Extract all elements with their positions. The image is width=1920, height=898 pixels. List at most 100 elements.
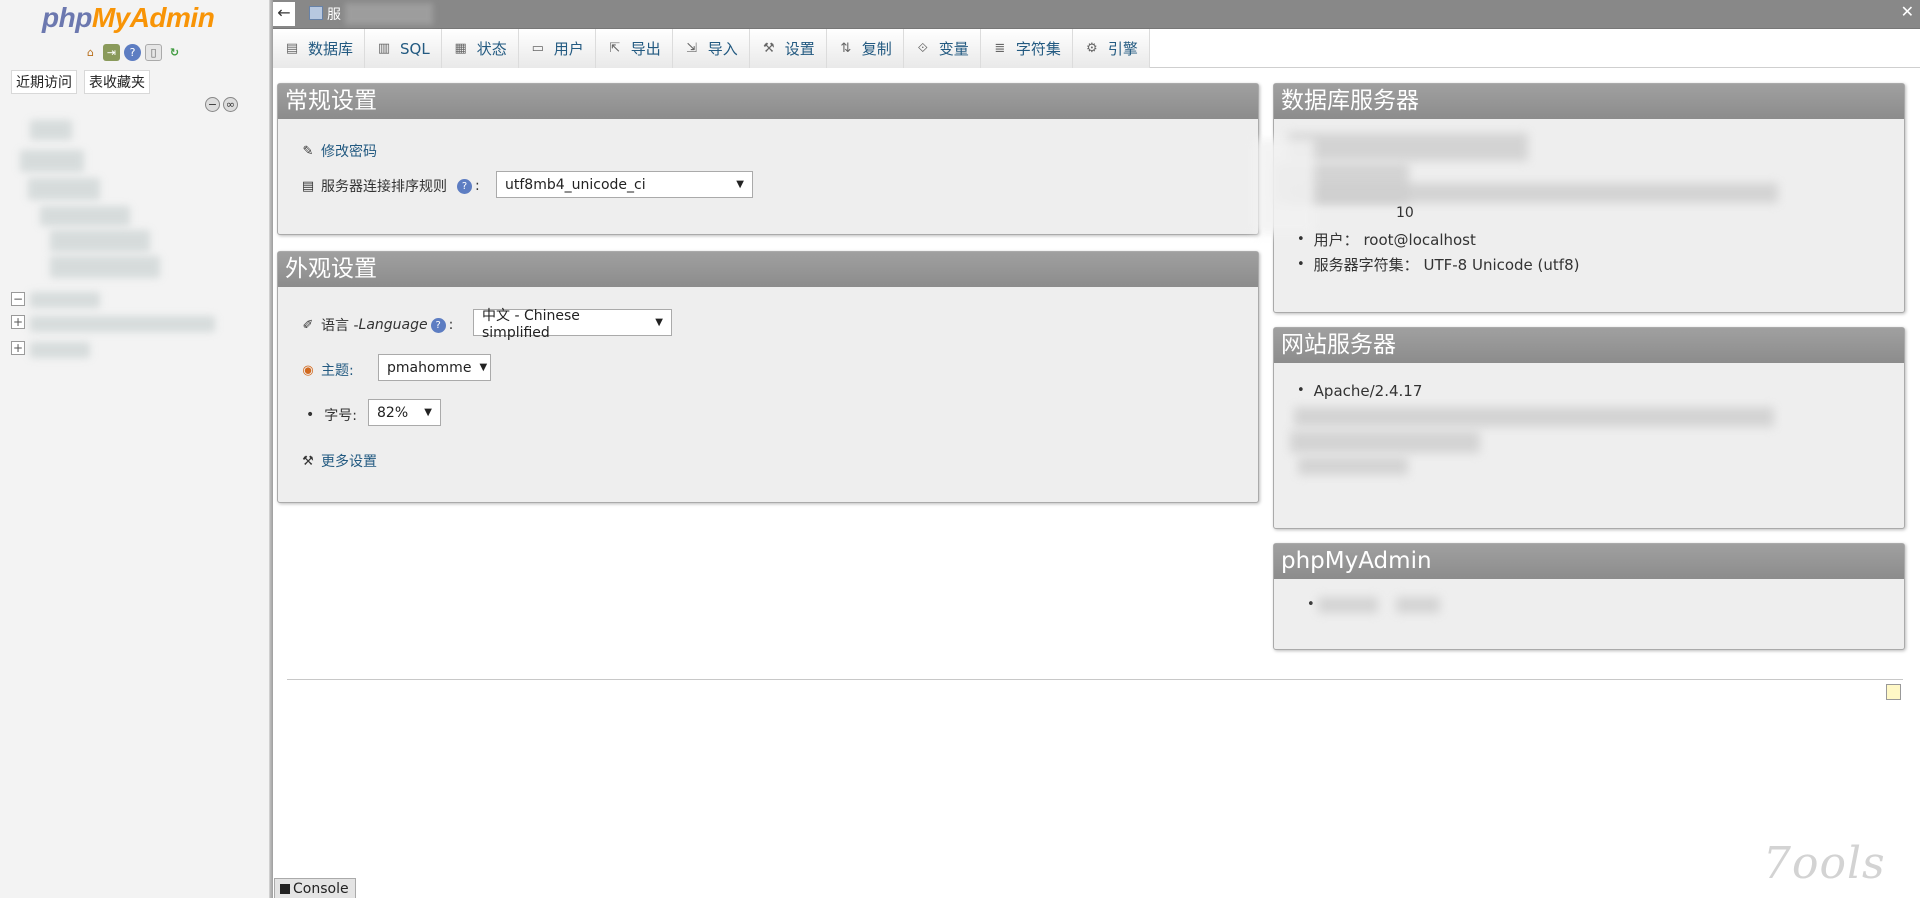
tab-users[interactable]: ▭ 用户 [518, 29, 596, 68]
blurred-tree-item [50, 256, 160, 278]
fontsize-select[interactable]: 82% ▼ [368, 399, 441, 426]
status-icon: ▦ [454, 41, 467, 56]
wrench-icon: ⚒ [302, 453, 314, 469]
tab-label: 设置 [784, 40, 815, 58]
theme-select[interactable]: pmahomme ▼ [378, 354, 491, 381]
collation-select[interactable]: utf8mb4_unicode_ci ▼ [496, 171, 753, 198]
more-settings-row: ⚒ 更多设置 [299, 451, 377, 471]
fontsize-row: • 字号: [306, 405, 357, 425]
charset-value: UTF-8 Unicode (utf8) [1423, 255, 1580, 274]
tab-label: 状态 [476, 40, 507, 58]
logo-myadmin-text: MyAdmin [91, 2, 215, 33]
theme-palette-icon: ◉ [302, 362, 314, 378]
more-settings-link[interactable]: 更多设置 [321, 451, 377, 471]
tab-settings[interactable]: ⚒ 设置 [749, 29, 827, 68]
tab-label: 用户 [553, 40, 584, 58]
tab-replication[interactable]: ⇅ 复制 [826, 29, 904, 68]
language-label: 语言 - [321, 318, 359, 334]
chevron-down-icon: ▼ [655, 317, 663, 328]
web-server-panel: 网站服务器 Apache/2.4.17 [1273, 327, 1905, 529]
blurred-server-info [1288, 133, 1528, 161]
apache-version: Apache/2.4.17 [1313, 381, 1423, 400]
sidebar-resize-handle[interactable] [270, 0, 273, 898]
blurred-tree-item [28, 178, 100, 200]
panel-title: 数据库服务器 [1274, 84, 1904, 119]
tab-export[interactable]: ⇱ 导出 [595, 29, 673, 68]
help-icon[interactable]: ? [430, 317, 446, 333]
tab-label: 变量 [938, 40, 969, 58]
tab-sql[interactable]: ▥ SQL [365, 29, 442, 68]
blurred-server-info [1254, 139, 1314, 234]
console-toggle[interactable]: Console [274, 878, 356, 898]
collation-value: utf8mb4_unicode_ci [505, 176, 646, 193]
logo-php-text: php [42, 2, 92, 33]
exit-icon[interactable]: ⇥ [103, 44, 120, 61]
blurred-web-server-info [1298, 457, 1408, 475]
blurred-web-server-info [1294, 407, 1774, 427]
navigation-sidebar: phpMyAdmin ⌂ ⇥ ? ▯ ↻ 近期访问 表收藏夹 − ∞ − + + [0, 0, 270, 898]
help-icon[interactable]: ? [124, 44, 141, 61]
variables-icon: ⟐ [917, 41, 928, 56]
tab-engines[interactable]: ⚙ 引擎 [1072, 29, 1150, 68]
import-icon: ⇲ [686, 41, 698, 56]
console-icon [280, 883, 290, 894]
database-server-panel: 数据库服务器 10 用户： root@localhost 服务器字符集： UTF… [1254, 83, 1905, 313]
tree-expand-toggle[interactable]: + [11, 315, 25, 329]
panel-title: 网站服务器 [1274, 328, 1904, 363]
help-icon[interactable]: ? [457, 178, 472, 194]
web-server-info-list: Apache/2.4.17 [1297, 378, 1423, 403]
tab-variables[interactable]: ⟐ 变量 [903, 29, 981, 68]
favorite-tables-tab[interactable]: 表收藏夹 [84, 70, 150, 94]
server-info-list: 用户： root@localhost 服务器字符集： UTF-8 Unicode… [1297, 227, 1580, 277]
blurred-server-info [1288, 183, 1778, 203]
phpmyadmin-logo[interactable]: phpMyAdmin [42, 2, 215, 34]
general-settings-panel: 常规设置 ✎ 修改密码 ▤ 服务器连接排序规则 ?: utf8mb4_unico… [277, 83, 1259, 235]
blurred-tree-item [20, 150, 84, 172]
breadcrumb-bar: ← 服 ✕ [273, 0, 1920, 29]
users-icon: ▭ [531, 41, 544, 56]
tab-label: 导入 [707, 40, 738, 58]
language-label-en: Language [358, 317, 428, 333]
breadcrumb-server[interactable]: 服 [327, 4, 341, 24]
tab-import[interactable]: ⇲ 导入 [672, 29, 750, 68]
back-arrow-icon[interactable]: ← [273, 2, 295, 26]
chevron-down-icon: ▼ [479, 362, 488, 373]
chevron-down-icon: ▼ [736, 179, 744, 190]
recent-favorites-tabs: 近期访问 表收藏夹 [11, 70, 150, 94]
language-icon: ✐ [302, 317, 314, 333]
link-with-main-icon[interactable]: ∞ [223, 97, 238, 112]
fontsize-value: 82% [377, 404, 409, 421]
tab-databases[interactable]: ▤ 数据库 [273, 29, 366, 68]
watermark-logo: 7ools [1763, 838, 1886, 889]
change-password-link[interactable]: 修改密码 [321, 141, 377, 161]
user-label: 用户： [1313, 231, 1359, 249]
tree-expand-toggle[interactable]: − [11, 292, 25, 306]
appearance-settings-panel: 外观设置 ✐ 语言 - Language ?: 中文 - Chinese sim… [277, 251, 1259, 503]
tab-label: 数据库 [308, 40, 354, 58]
panel-title: 常规设置 [278, 84, 1258, 119]
language-select[interactable]: 中文 - Chinese simplified ▼ [473, 308, 672, 341]
tab-label: 引擎 [1107, 40, 1138, 58]
blurred-tree-item [40, 206, 130, 226]
tab-status[interactable]: ▦ 状态 [441, 29, 519, 68]
tab-label: SQL [400, 39, 430, 58]
theme-label-link[interactable]: 主题: [321, 360, 354, 380]
blurred-version-info [1396, 597, 1440, 613]
tab-label: 字符集 [1015, 40, 1061, 58]
recent-tables-tab[interactable]: 近期访问 [11, 70, 77, 94]
blurred-tree-item [50, 230, 150, 252]
main-menu-tabs: ▤ 数据库 ▥ SQL ▦ 状态 ▭ 用户 ⇱ 导出 ⇲ 导入 ⚒ 设置 ⇅ 复制 ⟐ 变量 ≣ 字… [273, 29, 1920, 68]
page-settings-icon[interactable] [1886, 684, 1901, 700]
server-icon [309, 6, 323, 20]
tree-expand-toggle[interactable]: + [11, 341, 25, 355]
collapse-all-icon[interactable]: − [205, 97, 220, 112]
panel-title: 外观设置 [278, 252, 1258, 287]
phpmyadmin-info-panel: phpMyAdmin • [1273, 543, 1905, 650]
home-icon[interactable]: ⌂ [82, 44, 99, 61]
close-icon[interactable]: ✕ [1901, 2, 1914, 21]
docs-icon[interactable]: ▯ [145, 44, 162, 61]
bullet: • [306, 407, 315, 423]
tree-controls: − ∞ [205, 97, 238, 112]
tab-charset[interactable]: ≣ 字符集 [980, 29, 1073, 68]
reload-icon[interactable]: ↻ [166, 44, 183, 61]
